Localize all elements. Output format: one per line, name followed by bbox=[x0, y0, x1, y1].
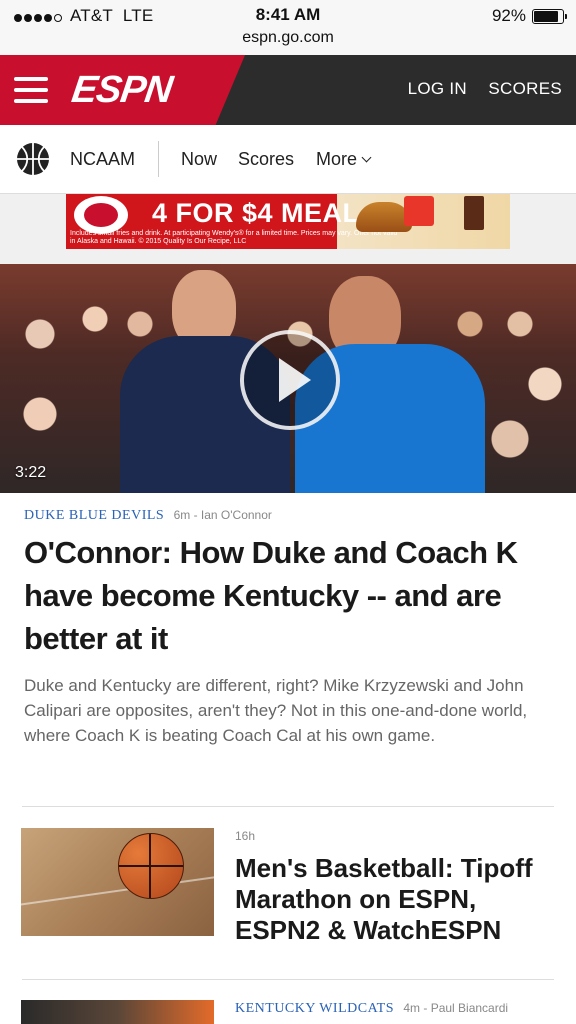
hero-video[interactable]: 3:22 bbox=[0, 264, 576, 493]
address-bar[interactable]: espn.go.com bbox=[0, 29, 576, 47]
sport-subnav: NCAAM Now Scores More bbox=[0, 125, 576, 194]
story-summary: Duke and Kentucky are different, right? … bbox=[24, 676, 528, 745]
story-author: Paul Biancardi bbox=[430, 1001, 509, 1015]
video-duration: 3:22 bbox=[15, 464, 47, 481]
play-icon[interactable] bbox=[240, 330, 340, 430]
basketball-icon[interactable] bbox=[16, 142, 50, 176]
story-headline[interactable]: Men's Basketball: Tipoff Marathon on ESP… bbox=[235, 853, 565, 946]
site-header: ESPN LOG IN SCORES bbox=[0, 55, 576, 125]
battery-icon bbox=[532, 8, 567, 24]
battery-percent: 92% bbox=[491, 6, 526, 25]
story-headline[interactable]: O'Connor: How Duke and Coach K have beco… bbox=[24, 531, 554, 660]
fries-image bbox=[404, 196, 434, 226]
story-thumbnail[interactable] bbox=[21, 1000, 214, 1024]
story-thumbnail[interactable] bbox=[21, 828, 214, 936]
story-category[interactable]: DUKE BLUE DEVILS bbox=[24, 508, 164, 523]
battery-indicator: 92% bbox=[491, 6, 567, 26]
divider bbox=[22, 979, 554, 980]
tab-more[interactable]: More bbox=[316, 149, 372, 170]
clock: 8:41 AM bbox=[255, 5, 321, 24]
story-category[interactable]: KENTUCKY WILDCATS bbox=[235, 1001, 394, 1016]
story-age: 4m bbox=[403, 1001, 421, 1015]
wendys-logo bbox=[74, 196, 128, 234]
tab-now[interactable]: Now bbox=[181, 149, 217, 170]
story-author: Ian O'Connor bbox=[200, 508, 272, 522]
login-link[interactable]: LOG IN bbox=[408, 79, 467, 99]
espn-logo[interactable]: ESPN bbox=[69, 69, 174, 112]
story-meta: KENTUCKY WILDCATS 4m - Paul Biancardi bbox=[235, 1001, 509, 1016]
basketball-image bbox=[118, 833, 184, 899]
tab-more-label: More bbox=[316, 149, 358, 169]
ad-banner[interactable]: 4 FOR $4 MEAL Includes small fries and d… bbox=[66, 194, 510, 249]
ad-container: 4 FOR $4 MEAL Includes small fries and d… bbox=[0, 194, 576, 264]
story-age: 6m bbox=[173, 508, 191, 522]
story-meta: DUKE BLUE DEVILS 6m - Ian O'Connor bbox=[24, 508, 272, 523]
menu-icon[interactable] bbox=[14, 77, 48, 103]
sport-name[interactable]: NCAAM bbox=[70, 149, 135, 170]
subnav-divider bbox=[158, 141, 159, 177]
ad-fine-print: Includes small fries and drink. At parti… bbox=[70, 230, 398, 245]
court-line bbox=[21, 869, 214, 909]
tab-scores[interactable]: Scores bbox=[238, 149, 294, 170]
chevron-down-icon bbox=[361, 152, 372, 163]
scores-link[interactable]: SCORES bbox=[488, 79, 562, 99]
status-bar: AT&T LTE 8:41 AM espn.go.com 92% bbox=[0, 0, 576, 55]
ad-headline: 4 FOR $4 MEAL bbox=[152, 198, 360, 228]
divider bbox=[22, 806, 554, 807]
story-age: 16h bbox=[235, 829, 256, 843]
drink-image bbox=[464, 196, 484, 230]
